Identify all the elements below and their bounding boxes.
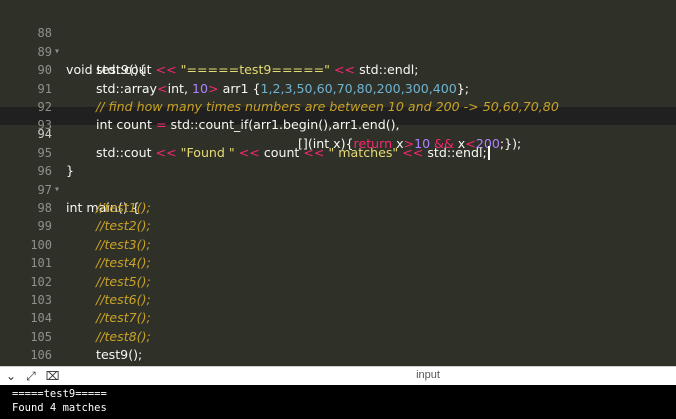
code-line-103[interactable]: 103 //test7();	[0, 273, 676, 325]
code-line-94[interactable]: 94 std::cout << "Found " << count << " m…	[0, 107, 676, 161]
code-line-105[interactable]: 105 test9();	[0, 309, 676, 362]
code-line-92[interactable]: 92 int count = std::count_if(arr1.begin(…	[0, 80, 676, 132]
code-editor[interactable]: 88 ▾ void test9(){ 89 std::cout << "====…	[0, 0, 676, 366]
code-line-100[interactable]: 100 //test4();	[0, 217, 676, 270]
code-line-95[interactable]: 95 }	[0, 125, 676, 178]
output-panel-header: ⌄ ⤢ ⌧ input	[0, 366, 676, 385]
panel-title: input	[416, 369, 440, 381]
console-line: Found 4 matches	[12, 402, 107, 414]
code-line-106[interactable]: 106 return 0;	[0, 328, 676, 366]
code-line-102[interactable]: 102 //test6();	[0, 254, 676, 307]
console-line: =====test9=====	[12, 388, 107, 400]
code-line-90[interactable]: 90 std::array<int, 10> arr1 {1,2,3,50,60…	[0, 43, 676, 95]
code-line-99[interactable]: 99 //test3();	[0, 199, 676, 251]
console-output[interactable]: =====test9===== Found 4 matches	[0, 385, 676, 419]
code-line-97[interactable]: 97 //test1();	[0, 162, 676, 215]
code-line-107[interactable]: 107 }	[0, 346, 676, 364]
code-line-104[interactable]: 104 //test8();	[0, 291, 676, 343]
code-line-89[interactable]: 89 std::cout << "=====test9=====" << std…	[0, 24, 676, 77]
code-line-88[interactable]: 88 ▾ void test9(){	[0, 6, 676, 77]
code-line-101[interactable]: 101 //test5();	[0, 236, 676, 288]
code-line-96[interactable]: 96 ▾ int main() {	[0, 144, 676, 215]
code-line-91[interactable]: 91 // find how many times numbers are be…	[0, 61, 676, 114]
code-line-98[interactable]: 98 //test2();	[0, 181, 676, 233]
